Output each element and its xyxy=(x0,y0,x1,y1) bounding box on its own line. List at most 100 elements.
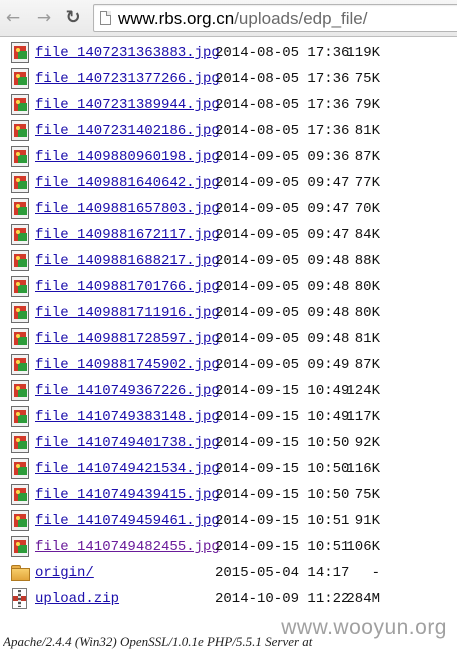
address-bar[interactable]: www.rbs.org.cn/uploads/edp_file/ xyxy=(93,4,457,32)
list-item: file_1410749367226.jpg 2014-09-15 10:49 12… xyxy=(0,378,457,404)
file-size: - xyxy=(371,565,380,581)
file-link[interactable]: file_1409880960198.jpg xyxy=(35,150,220,165)
file-link[interactable]: file_1407231402186.jpg xyxy=(35,124,220,139)
reload-icon[interactable]: ↻ xyxy=(63,7,83,29)
image-file-icon[interactable] xyxy=(11,172,29,193)
file-link[interactable]: file_1407231389944.jpg xyxy=(35,98,220,113)
file-link[interactable]: file_1409881657803.jpg xyxy=(35,202,220,217)
image-file-icon[interactable] xyxy=(11,380,29,401)
forward-arrow-icon[interactable]: → xyxy=(34,7,54,29)
list-item: upload.zip 2014-10-09 11:22 284M xyxy=(0,586,457,612)
list-item: file_1409881728597.jpg 2014-09-05 09:48 81… xyxy=(0,326,457,352)
file-link[interactable]: file_1410749439415.jpg xyxy=(35,488,220,503)
list-item: file_1410749383148.jpg 2014-09-15 10:49 11… xyxy=(0,404,457,430)
file-size: 87K xyxy=(354,357,380,373)
list-item: file_1410749421534.jpg 2014-09-15 10:50 11… xyxy=(0,456,457,482)
file-size: 106K xyxy=(346,539,380,555)
file-link[interactable]: file_1410749421534.jpg xyxy=(35,462,220,477)
file-size: 81K xyxy=(354,331,380,347)
file-size: 87K xyxy=(354,149,380,165)
file-link[interactable]: file_1410749459461.jpg xyxy=(35,514,220,529)
list-item: file_1407231377266.jpg 2014-08-05 17:36 75… xyxy=(0,66,457,92)
file-link[interactable]: file_1410749482455.jpg xyxy=(35,540,220,555)
folder-icon[interactable] xyxy=(11,565,30,581)
list-item: file_1409881711916.jpg 2014-09-05 09:48 80… xyxy=(0,300,457,326)
image-file-icon[interactable] xyxy=(11,510,29,531)
image-file-icon[interactable] xyxy=(11,146,29,167)
image-file-icon[interactable] xyxy=(11,406,29,427)
file-link[interactable]: file_1410749383148.jpg xyxy=(35,410,220,425)
list-item: file_1410749482455.jpg 2014-09-15 10:51 10… xyxy=(0,534,457,560)
image-file-icon[interactable] xyxy=(11,328,29,349)
url-path: /uploads/edp_file/ xyxy=(234,9,368,28)
list-item: file_1410749401738.jpg 2014-09-15 10:50 92… xyxy=(0,430,457,456)
list-item: file_1409881640642.jpg 2014-09-05 09:47 77… xyxy=(0,170,457,196)
file-link[interactable]: origin/ xyxy=(35,566,94,581)
list-item: file_1410749459461.jpg 2014-09-15 10:51 91… xyxy=(0,508,457,534)
file-link[interactable]: file_1409881728597.jpg xyxy=(35,332,220,347)
image-file-icon[interactable] xyxy=(11,250,29,271)
zip-archive-icon[interactable] xyxy=(12,588,27,609)
file-link[interactable]: file_1410749401738.jpg xyxy=(35,436,220,451)
modified-date: 2014-09-05 09:47 xyxy=(215,175,350,191)
file-size: 88K xyxy=(354,253,380,269)
image-file-icon[interactable] xyxy=(11,432,29,453)
file-link[interactable]: file_1407231363883.jpg xyxy=(35,46,220,61)
list-item: file_1409880960198.jpg 2014-09-05 09:36 87… xyxy=(0,144,457,170)
file-size: 119K xyxy=(346,45,380,61)
image-file-icon[interactable] xyxy=(11,302,29,323)
modified-date: 2014-08-05 17:36 xyxy=(215,71,350,87)
image-file-icon[interactable] xyxy=(11,68,29,89)
image-file-icon[interactable] xyxy=(11,42,29,63)
file-link[interactable]: file_1409881672117.jpg xyxy=(35,228,220,243)
file-size: 79K xyxy=(354,97,380,113)
directory-listing: file_1407231363883.jpg 2014-08-05 17:36 11… xyxy=(0,40,457,612)
image-file-icon[interactable] xyxy=(11,224,29,245)
image-file-icon[interactable] xyxy=(11,198,29,219)
file-link[interactable]: file_1409881745902.jpg xyxy=(35,358,220,373)
file-size: 75K xyxy=(354,71,380,87)
list-item: file_1409881688217.jpg 2014-09-05 09:48 88… xyxy=(0,248,457,274)
file-link[interactable]: file_1409881711916.jpg xyxy=(35,306,220,321)
modified-date: 2014-09-05 09:48 xyxy=(215,253,350,269)
file-size: 124K xyxy=(346,383,380,399)
file-link[interactable]: file_1409881688217.jpg xyxy=(35,254,220,269)
file-link[interactable]: file_1409881701766.jpg xyxy=(35,280,220,295)
modified-date: 2014-09-15 10:51 xyxy=(215,539,350,555)
modified-date: 2015-05-04 14:17 xyxy=(215,565,350,581)
image-file-icon[interactable] xyxy=(11,94,29,115)
modified-date: 2014-09-15 10:51 xyxy=(215,513,350,529)
file-size: 284M xyxy=(346,591,380,607)
browser-toolbar: ← → ↻ www.rbs.org.cn/uploads/edp_file/ xyxy=(0,0,457,37)
file-size: 70K xyxy=(354,201,380,217)
file-link[interactable]: upload.zip xyxy=(35,592,119,607)
image-file-icon[interactable] xyxy=(11,536,29,557)
modified-date: 2014-09-15 10:49 xyxy=(215,383,350,399)
file-size: 116K xyxy=(346,461,380,477)
image-file-icon[interactable] xyxy=(11,484,29,505)
file-link[interactable]: file_1407231377266.jpg xyxy=(35,72,220,87)
file-link[interactable]: file_1410749367226.jpg xyxy=(35,384,220,399)
list-item: origin/2015-05-04 14:17 - xyxy=(0,560,457,586)
file-link[interactable]: file_1409881640642.jpg xyxy=(35,176,220,191)
list-item: file_1407231363883.jpg 2014-08-05 17:36 11… xyxy=(0,40,457,66)
back-arrow-icon[interactable]: ← xyxy=(3,7,23,29)
image-file-icon[interactable] xyxy=(11,458,29,479)
modified-date: 2014-08-05 17:36 xyxy=(215,123,350,139)
file-size: 92K xyxy=(354,435,380,451)
modified-date: 2014-09-05 09:36 xyxy=(215,149,350,165)
modified-date: 2014-09-05 09:47 xyxy=(215,227,350,243)
list-item: file_1410749439415.jpg 2014-09-15 10:50 75… xyxy=(0,482,457,508)
file-size: 80K xyxy=(354,279,380,295)
url-text[interactable]: www.rbs.org.cn/uploads/edp_file/ xyxy=(118,9,367,28)
file-size: 84K xyxy=(354,227,380,243)
modified-date: 2014-08-05 17:36 xyxy=(215,45,350,61)
list-item: file_1409881701766.jpg 2014-09-05 09:48 80… xyxy=(0,274,457,300)
modified-date: 2014-09-05 09:48 xyxy=(215,331,350,347)
modified-date: 2014-09-05 09:48 xyxy=(215,305,350,321)
image-file-icon[interactable] xyxy=(11,276,29,297)
server-signature: Apache/2.4.4 (Win32) OpenSSL/1.0.1e PHP/… xyxy=(3,634,313,649)
modified-date: 2014-09-15 10:49 xyxy=(215,409,350,425)
image-file-icon[interactable] xyxy=(11,120,29,141)
image-file-icon[interactable] xyxy=(11,354,29,375)
